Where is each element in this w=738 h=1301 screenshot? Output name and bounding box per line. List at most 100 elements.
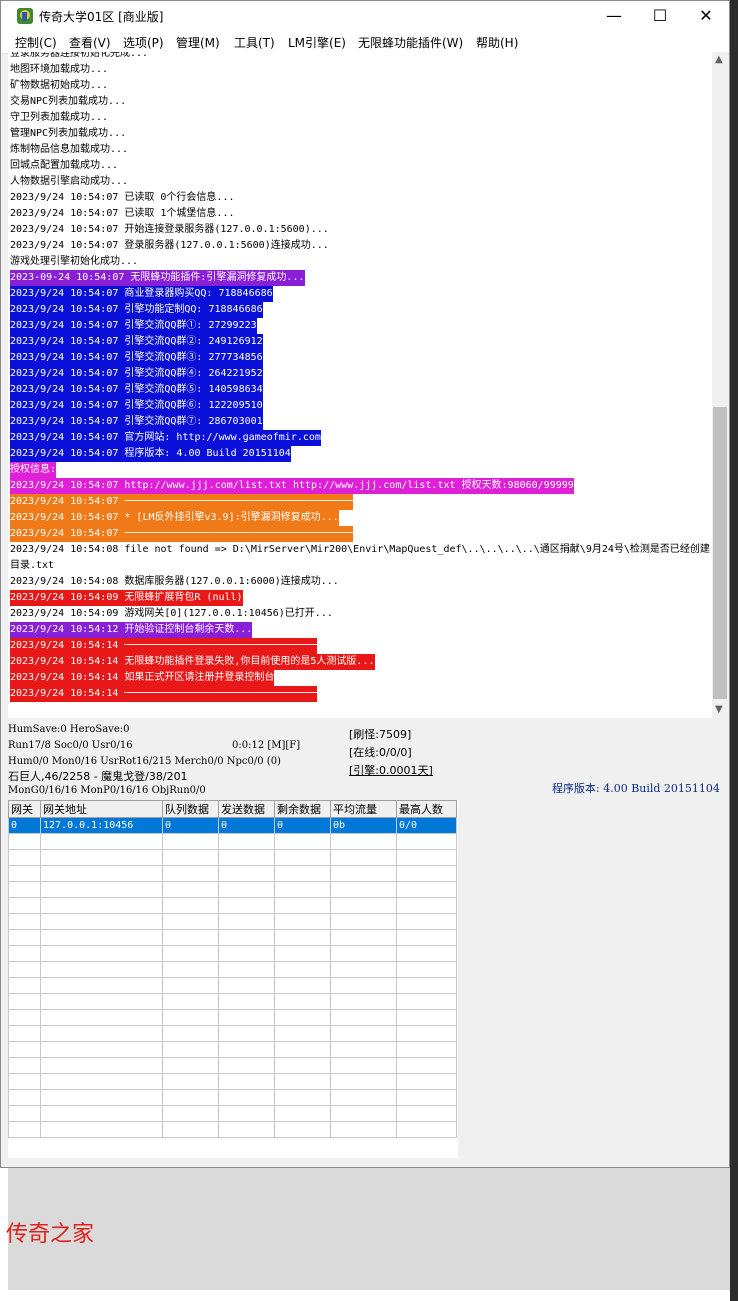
scroll-up-arrow-icon[interactable]: ▲ bbox=[715, 54, 723, 65]
table-cell bbox=[162, 1105, 219, 1122]
table-cell bbox=[330, 913, 397, 930]
log-line: 矿物数据初始成功... bbox=[10, 80, 109, 91]
table-cell: 0 bbox=[274, 817, 331, 834]
title-bar[interactable]: 传奇大学01区 [商业版] — ☐ ✕ bbox=[1, 1, 729, 31]
scroll-down-arrow-icon[interactable]: ▼ bbox=[715, 704, 723, 715]
log-line: 2023/9/24 10:54:14 无限蜂功能插件登录失败,你目前使用的是5人… bbox=[10, 654, 375, 670]
table-cell bbox=[8, 1057, 41, 1074]
table-row[interactable] bbox=[8, 1089, 457, 1106]
table-cell bbox=[330, 1057, 397, 1074]
table-row[interactable] bbox=[8, 833, 457, 850]
table-row[interactable]: 0 127.0.0.1:10456 0 0 0 0b 0/0 bbox=[8, 817, 457, 834]
log-line: 2023/9/24 10:54:09 游戏网关[0](127.0.0.1:104… bbox=[10, 608, 333, 619]
menu-options[interactable]: 选项(P) bbox=[123, 34, 164, 51]
log-line: 炼制物品信息加载成功... bbox=[10, 144, 129, 155]
log-panel[interactable]: 登录服务器连接初始化完成... 地图环境加载成功... 矿物数据初始成功... 交易N… bbox=[8, 52, 712, 718]
column-header[interactable]: 发送数据 bbox=[218, 800, 275, 818]
table-row[interactable] bbox=[8, 929, 457, 946]
status-online: [在线:0/0/0] bbox=[349, 746, 412, 759]
minimize-button[interactable]: — bbox=[591, 1, 637, 31]
table-cell bbox=[330, 1009, 397, 1026]
menu-help[interactable]: 帮助(H) bbox=[476, 34, 518, 51]
table-cell bbox=[274, 961, 331, 978]
menu-manage[interactable]: 管理(M) bbox=[176, 34, 220, 51]
status-time: 0:0:12 [M][F] bbox=[232, 740, 301, 751]
table-cell bbox=[396, 1009, 457, 1026]
table-row[interactable] bbox=[8, 977, 457, 994]
table-row[interactable] bbox=[8, 1121, 457, 1138]
gateway-table: 网关 网关地址 队列数据 发送数据 剩余数据 平均流量 最高人数 0 127.0.0.1:10… bbox=[8, 800, 458, 1158]
table-cell bbox=[8, 1073, 41, 1090]
table-row[interactable] bbox=[8, 961, 457, 978]
table-cell bbox=[218, 929, 275, 946]
close-button[interactable]: ✕ bbox=[683, 1, 729, 31]
table-row[interactable] bbox=[8, 897, 457, 914]
table-row[interactable] bbox=[8, 1041, 457, 1058]
table-row[interactable] bbox=[8, 881, 457, 898]
column-header[interactable]: 最高人数 bbox=[396, 800, 457, 818]
table-row[interactable] bbox=[8, 1057, 457, 1074]
table-row[interactable] bbox=[8, 1025, 457, 1042]
log-line: 地图环境加载成功... bbox=[10, 64, 109, 75]
log-line: 2023/9/24 10:54:07 引擎交流QQ群③: 277734856 bbox=[10, 350, 263, 366]
table-row[interactable] bbox=[8, 865, 457, 882]
table-row[interactable] bbox=[8, 1073, 457, 1090]
table-row[interactable] bbox=[8, 849, 457, 866]
menu-lm-engine[interactable]: LM引擎(E) bbox=[288, 34, 346, 51]
table-cell bbox=[218, 945, 275, 962]
column-header[interactable]: 网关地址 bbox=[40, 800, 163, 818]
maximize-button[interactable]: ☐ bbox=[637, 1, 683, 31]
log-line: 2023/9/24 10:54:12 开始验证控制台剩余天数... bbox=[10, 622, 253, 638]
table-cell bbox=[162, 993, 219, 1010]
table-row[interactable] bbox=[8, 945, 457, 962]
table-row[interactable] bbox=[8, 1105, 457, 1122]
table-cell bbox=[40, 1025, 163, 1042]
table-cell: 0 bbox=[8, 817, 41, 834]
table-cell bbox=[40, 1073, 163, 1090]
menu-plugin[interactable]: 无限蜂功能插件(W) bbox=[358, 34, 463, 51]
table-cell bbox=[40, 1041, 163, 1058]
table-cell bbox=[396, 1121, 457, 1138]
log-line: 交易NPC列表加载成功... bbox=[10, 96, 127, 107]
table-cell bbox=[162, 913, 219, 930]
table-cell bbox=[8, 1041, 41, 1058]
log-scrollbar[interactable]: ▲ ▼ bbox=[712, 52, 728, 718]
log-line: 2023-09-24 10:54:07 无限蜂功能插件:引擎漏洞修复成功... bbox=[10, 270, 305, 286]
column-header[interactable]: 网关 bbox=[8, 800, 41, 818]
table-cell bbox=[396, 897, 457, 914]
menu-view[interactable]: 查看(V) bbox=[69, 34, 111, 51]
log-line: 2023/9/24 10:54:07 登录服务器(127.0.0.1:5600)… bbox=[10, 240, 329, 251]
table-cell bbox=[396, 1089, 457, 1106]
table-cell bbox=[40, 897, 163, 914]
table-cell bbox=[330, 1121, 397, 1138]
table-cell bbox=[274, 1121, 331, 1138]
status-engine[interactable]: [引擎:0.0001天] bbox=[349, 762, 433, 778]
menu-tools[interactable]: 工具(T) bbox=[234, 34, 275, 51]
table-cell bbox=[218, 1057, 275, 1074]
table-cell bbox=[162, 929, 219, 946]
column-header[interactable]: 队列数据 bbox=[162, 800, 219, 818]
scroll-thumb[interactable] bbox=[713, 407, 727, 699]
log-line: 2023/9/24 10:54:07 引擎交流QQ群②: 249126912 bbox=[10, 334, 263, 350]
table-cell bbox=[274, 897, 331, 914]
status-objects: MonG0/16/16 MonP0/16/16 ObjRun0/0 bbox=[8, 785, 206, 796]
table-row[interactable] bbox=[8, 1009, 457, 1026]
log-line: 2023/9/24 10:54:07 已读取 1个城堡信息... bbox=[10, 208, 235, 219]
table-row[interactable] bbox=[8, 913, 457, 930]
table-cell bbox=[396, 849, 457, 866]
menu-control[interactable]: 控制(C) bbox=[15, 34, 57, 51]
table-cell bbox=[218, 1009, 275, 1026]
table-cell bbox=[330, 929, 397, 946]
table-cell bbox=[218, 1025, 275, 1042]
log-line: 游戏处理引擎初始化成功... bbox=[10, 256, 139, 267]
window-title: 传奇大学01区 [商业版] bbox=[39, 10, 164, 24]
table-row[interactable] bbox=[8, 993, 457, 1010]
log-line: 2023/9/24 10:54:14 如果正式开区请注册并登录控制台 bbox=[10, 670, 275, 686]
background-window-edge bbox=[730, 0, 738, 1301]
column-header[interactable]: 平均流量 bbox=[330, 800, 397, 818]
table-cell bbox=[8, 913, 41, 930]
column-header[interactable]: 剩余数据 bbox=[274, 800, 331, 818]
table-cell bbox=[40, 961, 163, 978]
table-cell bbox=[274, 945, 331, 962]
table-cell bbox=[274, 1105, 331, 1122]
